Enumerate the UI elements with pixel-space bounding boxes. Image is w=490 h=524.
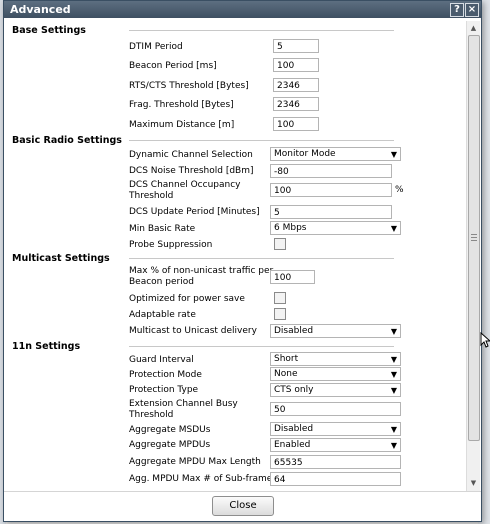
- chevron-down-icon: ▼: [390, 150, 397, 159]
- separator: [129, 258, 394, 259]
- mpdulen-label: Aggregate MPDU Max Length: [129, 457, 261, 467]
- mpdu-label: Aggregate MPDUs: [129, 440, 211, 450]
- nonunicast-label-line1: Max % of non-unicast traffic per: [129, 266, 274, 276]
- m2u-label: Multicast to Unicast delivery: [129, 326, 257, 336]
- radio-settings-title: Basic Radio Settings: [12, 135, 122, 146]
- separator: [129, 30, 394, 31]
- dcs-select[interactable]: Monitor Mode ▼: [270, 147, 401, 161]
- percent-unit: %: [395, 185, 404, 195]
- min-rate-select[interactable]: 6 Mbps ▼: [270, 221, 401, 235]
- busy-label-line2: Threshold: [129, 410, 174, 420]
- dtim-label: DTIM Period: [129, 42, 183, 52]
- advanced-dialog: Advanced ? × Base Settings DTIM Period 5…: [3, 0, 482, 522]
- scrollbar-thumb[interactable]: [468, 35, 480, 441]
- grip-line: [471, 240, 477, 241]
- msdu-select[interactable]: Disabled ▼: [270, 422, 401, 436]
- adaptable-checkbox[interactable]: [274, 308, 286, 320]
- m2u-select[interactable]: Disabled ▼: [270, 324, 401, 338]
- dialog-title: Advanced: [10, 3, 71, 16]
- nonunicast-label-line2: Beacon period: [129, 277, 194, 287]
- subframes-input[interactable]: 64: [270, 472, 401, 486]
- rts-label: RTS/CTS Threshold [Bytes]: [129, 81, 249, 91]
- dtim-input[interactable]: 5: [273, 39, 319, 53]
- separator: [129, 346, 394, 347]
- dialog-footer: Close: [4, 491, 481, 521]
- scroll-up-icon[interactable]: ▲: [467, 22, 480, 34]
- min-rate-label: Min Basic Rate: [129, 224, 196, 234]
- mpdu-select-value: Enabled: [274, 440, 311, 450]
- base-settings-title: Base Settings: [12, 25, 86, 36]
- noise-input[interactable]: -80: [270, 164, 392, 178]
- frag-input[interactable]: 2346: [273, 97, 319, 111]
- grip-line: [471, 234, 477, 235]
- m2u-select-value: Disabled: [274, 326, 314, 336]
- dialog-titlebar: Advanced ? ×: [4, 1, 481, 18]
- prottype-select-value: CTS only: [274, 385, 314, 395]
- guard-select-value: Short: [274, 354, 299, 364]
- settings-content: Base Settings DTIM Period 5 Beacon Perio…: [4, 19, 466, 491]
- busy-label-line1: Extension Channel Busy: [129, 399, 238, 409]
- probe-label: Probe Suppression: [129, 240, 213, 250]
- prottype-label: Protection Type: [129, 385, 199, 395]
- powersave-checkbox[interactable]: [274, 292, 286, 304]
- chevron-down-icon: ▼: [390, 441, 397, 450]
- help-button[interactable]: ?: [450, 3, 464, 17]
- min-rate-select-value: 6 Mbps: [274, 223, 307, 233]
- chevron-down-icon: ▼: [390, 370, 397, 379]
- occupancy-label: DCS Channel Occupancy Threshold: [129, 180, 241, 202]
- powersave-label: Optimized for power save: [129, 294, 245, 304]
- protmode-label: Protection Mode: [129, 370, 202, 380]
- dcs-select-value: Monitor Mode: [274, 149, 336, 159]
- nonunicast-input[interactable]: 100: [270, 270, 315, 284]
- protmode-select-value: None: [274, 369, 298, 379]
- chevron-down-icon: ▼: [390, 425, 397, 434]
- prottype-select[interactable]: CTS only ▼: [270, 383, 401, 397]
- chevron-down-icon: ▼: [390, 224, 397, 233]
- noise-label: DCS Noise Threshold [dBm]: [129, 166, 254, 176]
- msdu-label: Aggregate MSDUs: [129, 425, 211, 435]
- subframes-label: Agg. MPDU Max # of Sub-frames: [129, 474, 278, 484]
- multicast-settings-title: Multicast Settings: [12, 253, 110, 264]
- scroll-down-icon[interactable]: ▼: [467, 477, 480, 489]
- mpdulen-input[interactable]: 65535: [270, 455, 401, 469]
- update-period-label: DCS Update Period [Minutes]: [129, 207, 260, 217]
- mpdu-select[interactable]: Enabled ▼: [270, 438, 401, 452]
- adaptable-label: Adaptable rate: [129, 310, 196, 320]
- frag-label: Frag. Threshold [Bytes]: [129, 100, 234, 110]
- rts-input[interactable]: 2346: [273, 78, 319, 92]
- close-button[interactable]: Close: [212, 496, 274, 516]
- update-period-input[interactable]: 5: [270, 205, 392, 219]
- guard-select[interactable]: Short ▼: [270, 352, 401, 366]
- close-x-button[interactable]: ×: [465, 3, 479, 17]
- maxdist-input[interactable]: 100: [273, 117, 319, 131]
- probe-checkbox[interactable]: [274, 238, 286, 250]
- chevron-down-icon: ▼: [390, 355, 397, 364]
- msdu-select-value: Disabled: [274, 424, 314, 434]
- beacon-label: Beacon Period [ms]: [129, 61, 217, 71]
- vertical-scrollbar[interactable]: ▲ ▼: [466, 21, 480, 491]
- chevron-down-icon: ▼: [390, 327, 397, 336]
- mouse-cursor-icon: [480, 332, 490, 348]
- maxdist-label: Maximum Distance [m]: [129, 120, 235, 130]
- dcs-label: Dynamic Channel Selection: [129, 150, 253, 160]
- occupancy-label-line2: Threshold: [129, 191, 174, 201]
- separator: [129, 140, 394, 141]
- guard-label: Guard Interval: [129, 355, 194, 365]
- beacon-input[interactable]: 100: [273, 58, 319, 72]
- busy-input[interactable]: 50: [270, 402, 401, 416]
- n11-settings-title: 11n Settings: [12, 341, 81, 352]
- grip-line: [471, 237, 477, 238]
- nonunicast-label: Max % of non-unicast traffic per Beacon …: [129, 266, 273, 288]
- occupancy-label-line1: DCS Channel Occupancy: [129, 180, 241, 190]
- occupancy-input[interactable]: 100: [270, 183, 392, 197]
- chevron-down-icon: ▼: [390, 386, 397, 395]
- busy-label: Extension Channel Busy Threshold: [129, 399, 238, 421]
- protmode-select[interactable]: None ▼: [270, 367, 401, 381]
